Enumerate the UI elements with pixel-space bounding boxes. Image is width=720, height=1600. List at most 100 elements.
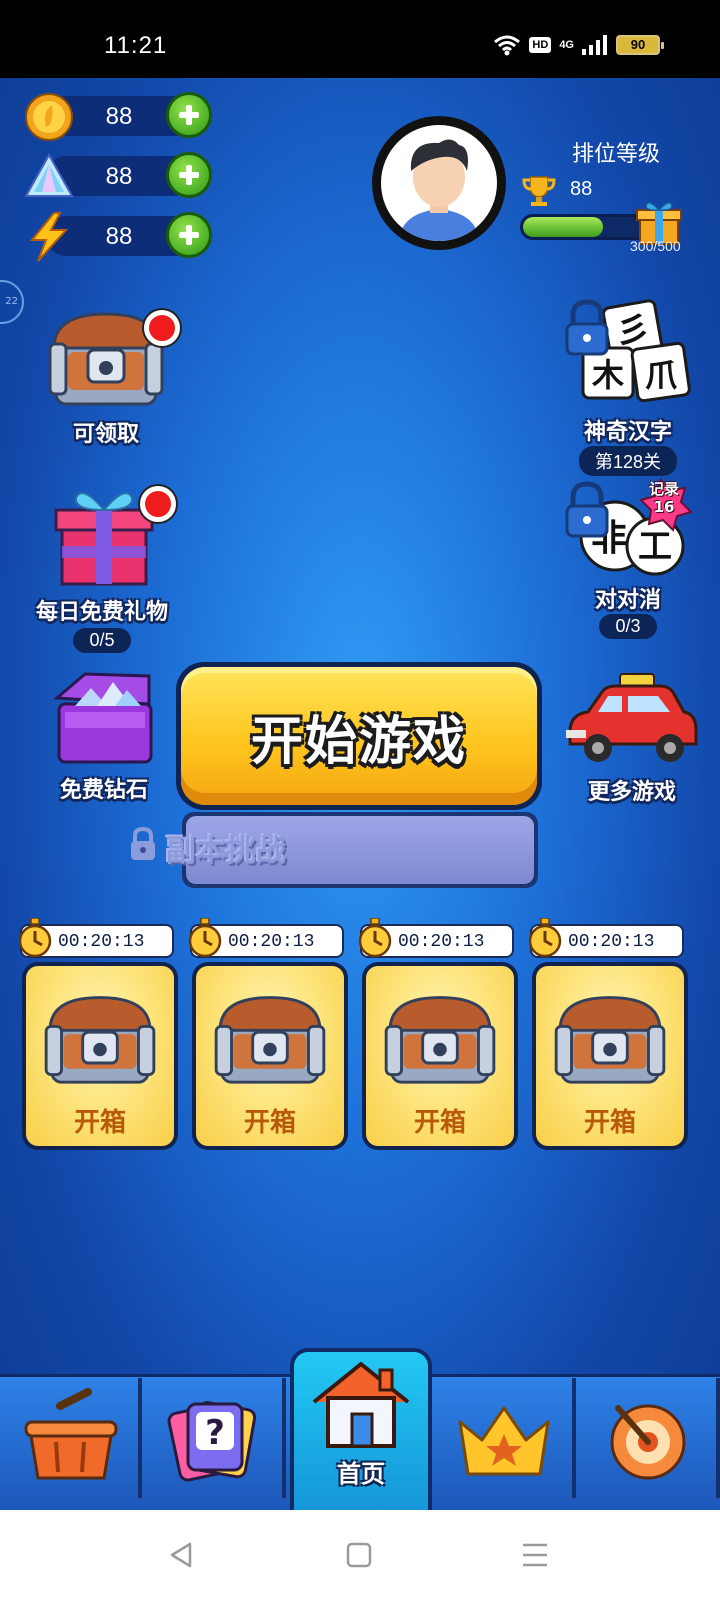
chest-icon [44, 996, 156, 1084]
char-tile-2: 木 [591, 356, 624, 394]
nav-tab-shop[interactable] [0, 1378, 142, 1498]
game-screen: 88 88 88 排位等级 88 300/500 22 可领取 每日免费礼物 0… [0, 78, 720, 1510]
char-tiles-icon: 彡 木 爪 [565, 299, 691, 403]
svg-text:?: ? [205, 1413, 225, 1453]
chest-card-face: 开箱 [26, 966, 174, 1146]
char-tile-3: 爪 [645, 356, 678, 394]
status-bar: 11:21 HD 4G 90 [0, 0, 720, 78]
hd-badge: HD [529, 37, 552, 53]
chest-card-face: 开箱 [196, 966, 344, 1146]
daily-gift-count: 0/5 [73, 628, 131, 653]
match-game-label: 对对消 [594, 588, 661, 613]
lock-icon [565, 481, 609, 538]
battery-indicator: 90 [616, 35, 664, 55]
crown-icon [458, 1406, 550, 1476]
add-coins-button[interactable] [166, 92, 212, 138]
start-game-label: 开始游戏 [250, 711, 467, 772]
lock-icon [565, 299, 609, 356]
chest-icon [384, 996, 496, 1084]
stopwatch-icon [358, 918, 392, 958]
chest-timer: 00:20:13 [398, 932, 485, 952]
record-label: 记录 [648, 480, 679, 498]
start-game-button[interactable]: 开始游戏 [176, 662, 542, 810]
bottom-nav: ? 首页 [0, 1348, 720, 1510]
chest-card: 开箱 [362, 962, 518, 1150]
car-icon [566, 673, 698, 762]
energy-count: 88 [105, 223, 133, 250]
nav-tab-ranking[interactable] [434, 1378, 576, 1498]
side-drawer-handle[interactable]: 22 [0, 280, 24, 324]
chest-icon [554, 996, 666, 1084]
match-game-button[interactable]: 非 工 记录 16 对对消 0/3 [558, 478, 698, 639]
more-games-label: 更多游戏 [587, 780, 676, 805]
signal-icon [582, 35, 607, 55]
chest-slot[interactable]: 00:20:13 开箱 [188, 918, 348, 1150]
rank-title: 排位等级 [572, 142, 661, 167]
chest-timer: 00:20:13 [58, 932, 145, 952]
more-games-button[interactable]: 更多游戏 [560, 672, 704, 806]
diamond-chest-icon [53, 672, 153, 764]
chest-icon [214, 996, 326, 1084]
open-chest-label: 开箱 [243, 1108, 296, 1138]
nav-tab-quiz[interactable]: ? [144, 1378, 286, 1498]
record-value: 16 [653, 498, 675, 516]
diamond-icon [24, 152, 74, 197]
diamond-resource: 88 [24, 152, 212, 198]
wifi-icon [494, 35, 521, 56]
chest-timer: 00:20:13 [228, 932, 315, 952]
coin-count: 88 [105, 103, 133, 130]
player-avatar[interactable] [372, 116, 506, 250]
open-chest-label: 开箱 [583, 1108, 636, 1138]
chest-slot[interactable]: 00:20:13 开箱 [18, 918, 178, 1150]
chest-slot[interactable]: 00:20:13 开箱 [528, 918, 688, 1150]
menu-icon[interactable] [510, 1530, 560, 1580]
nav-tab-target[interactable] [578, 1378, 720, 1498]
coin-icon [25, 93, 73, 141]
chest-card: 开箱 [532, 962, 688, 1150]
open-chest-label: 开箱 [413, 1108, 466, 1138]
start-game-face: 开始游戏 [181, 667, 537, 805]
nav-tab-home[interactable]: 首页 [290, 1348, 432, 1510]
magic-chars-button[interactable]: 彡 木 爪 神奇汉字 第128关 [558, 296, 698, 476]
free-diamonds-button[interactable]: 免费钻石 [36, 668, 172, 804]
chest-card: 开箱 [192, 962, 348, 1150]
chest-timer: 00:20:13 [568, 932, 655, 952]
claimable-label: 可领取 [72, 422, 139, 447]
rank-progress-text: 300/500 [630, 238, 681, 254]
char-tile-1: 彡 [616, 311, 650, 351]
chest-slot[interactable]: 00:20:13 开箱 [358, 918, 518, 1150]
basket-icon [24, 1388, 118, 1480]
match-game-count: 0/3 [599, 614, 657, 639]
question-cards-icon: ? [167, 1401, 257, 1482]
coin-resource: 88 [24, 92, 212, 141]
network-label: 4G [559, 39, 574, 51]
daily-gift-label: 每日免费礼物 [35, 600, 168, 625]
stopwatch-icon [18, 918, 52, 958]
stopwatch-icon [188, 918, 222, 958]
add-energy-button[interactable] [166, 212, 212, 258]
chest-card: 开箱 [22, 962, 178, 1150]
stopwatch-icon [528, 918, 562, 958]
claimable-chest-button[interactable]: 可领取 [36, 304, 180, 448]
home-square-icon[interactable] [334, 1530, 384, 1580]
avatar-image [381, 125, 497, 241]
home-icon [312, 1362, 410, 1448]
target-icon [610, 1404, 686, 1480]
person-icon [399, 139, 479, 241]
match-tile-2: 工 [638, 527, 672, 567]
daily-gift-button[interactable]: 每日免费礼物 0/5 [20, 478, 184, 653]
open-chest-label: 开箱 [73, 1108, 126, 1138]
energy-resource: 88 [24, 212, 212, 262]
notification-dot [140, 486, 176, 522]
magic-chars-label: 神奇汉字 [583, 420, 672, 445]
back-icon[interactable] [156, 1530, 206, 1580]
dungeon-challenge-label: 副本挑战 [166, 834, 286, 869]
diamond-count: 88 [105, 163, 133, 190]
status-time: 11:21 [104, 32, 168, 59]
chest-card-face: 开箱 [536, 966, 684, 1146]
rank-progress-fill [523, 217, 604, 237]
chest-card-face: 开箱 [366, 966, 514, 1146]
add-diamonds-button[interactable] [166, 152, 212, 198]
lightning-icon [29, 212, 69, 262]
notification-dot [144, 310, 180, 346]
